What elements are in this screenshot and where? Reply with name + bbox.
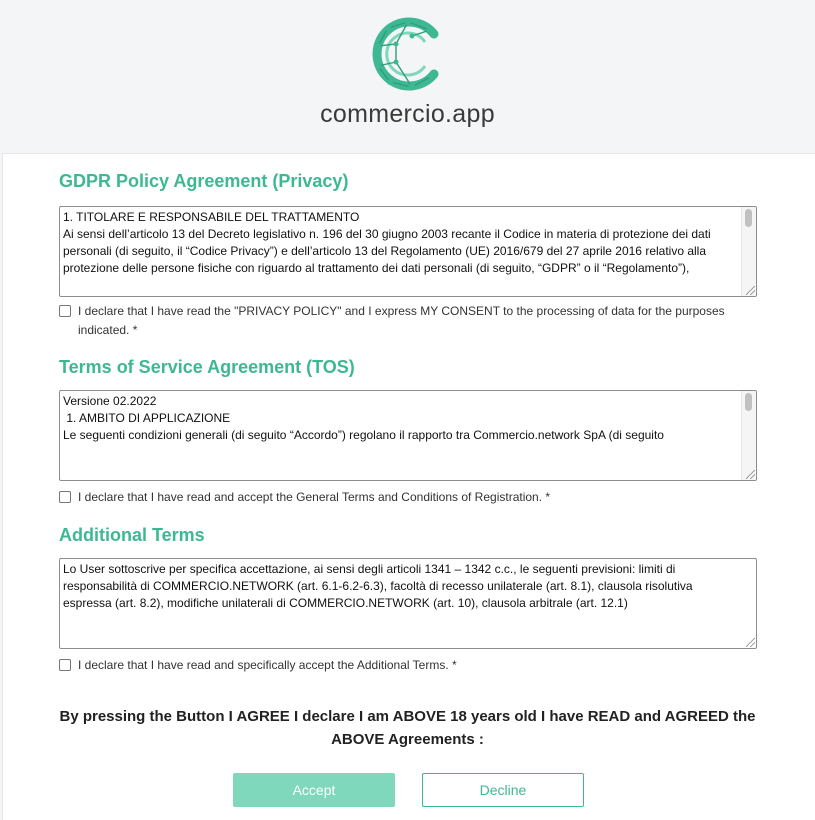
commercio-logo-icon	[372, 17, 439, 91]
additional-section-title: Additional Terms	[59, 525, 205, 545]
privacy-text-line-3: Ai sensi dell’articolo 13 del Decreto le…	[63, 227, 715, 275]
tos-consent-label: I declare that I have read and accept th…	[78, 490, 551, 504]
tos-text-line-1: Versione 02.2022	[63, 394, 157, 408]
additional-text: Lo User sottoscrive per specifica accett…	[63, 562, 696, 610]
age-agreement-notice: By pressing the Button I AGREE I declare…	[59, 708, 756, 748]
privacy-text-line-1: 1. TITOLARE E RESPONSABILE DEL TRATTAMEN…	[63, 210, 360, 224]
privacy-resize-grip-icon[interactable]	[746, 286, 755, 295]
tos-text-line-5: Le seguenti condizioni generali (di segu…	[63, 428, 664, 442]
additional-consent-row: I declare that I have read and specifica…	[59, 656, 759, 675]
privacy-consent-checkbox[interactable]	[59, 305, 71, 317]
tos-resize-grip-icon[interactable]	[746, 470, 755, 479]
logo-text: commercio.app	[320, 100, 495, 128]
privacy-scrollbar[interactable]	[741, 207, 756, 296]
tos-consent-row: I declare that I have read and accept th…	[59, 488, 759, 507]
accept-button[interactable]: Accept	[233, 773, 395, 807]
tos-consent-checkbox[interactable]	[59, 491, 71, 503]
tos-scroll-thumb[interactable]	[745, 393, 752, 411]
privacy-textarea[interactable]: 1. TITOLARE E RESPONSABILE DEL TRATTAMEN…	[59, 206, 757, 297]
decline-button[interactable]: Decline	[422, 773, 584, 807]
tos-textarea[interactable]: Versione 02.2022 1. AMBITO DI APPLICAZIO…	[59, 390, 757, 481]
privacy-consent-label: I declare that I have read the "PRIVACY …	[78, 304, 725, 337]
tos-section-title: Terms of Service Agreement (TOS)	[59, 357, 355, 377]
privacy-consent-row: I declare that I have read the "PRIVACY …	[59, 302, 759, 340]
additional-resize-grip-icon[interactable]	[746, 638, 755, 647]
tos-scrollbar[interactable]	[741, 391, 756, 480]
privacy-section-title: GDPR Policy Agreement (Privacy)	[59, 171, 349, 191]
additional-textarea[interactable]: Lo User sottoscrive per specifica accett…	[59, 558, 757, 649]
additional-consent-label: I declare that I have read and specifica…	[78, 658, 457, 672]
additional-consent-checkbox[interactable]	[59, 659, 71, 671]
tos-text-line-3: 1. AMBITO DI APPLICAZIONE	[63, 411, 231, 425]
privacy-scroll-thumb[interactable]	[745, 209, 752, 227]
header: commercio.app	[0, 0, 815, 153]
